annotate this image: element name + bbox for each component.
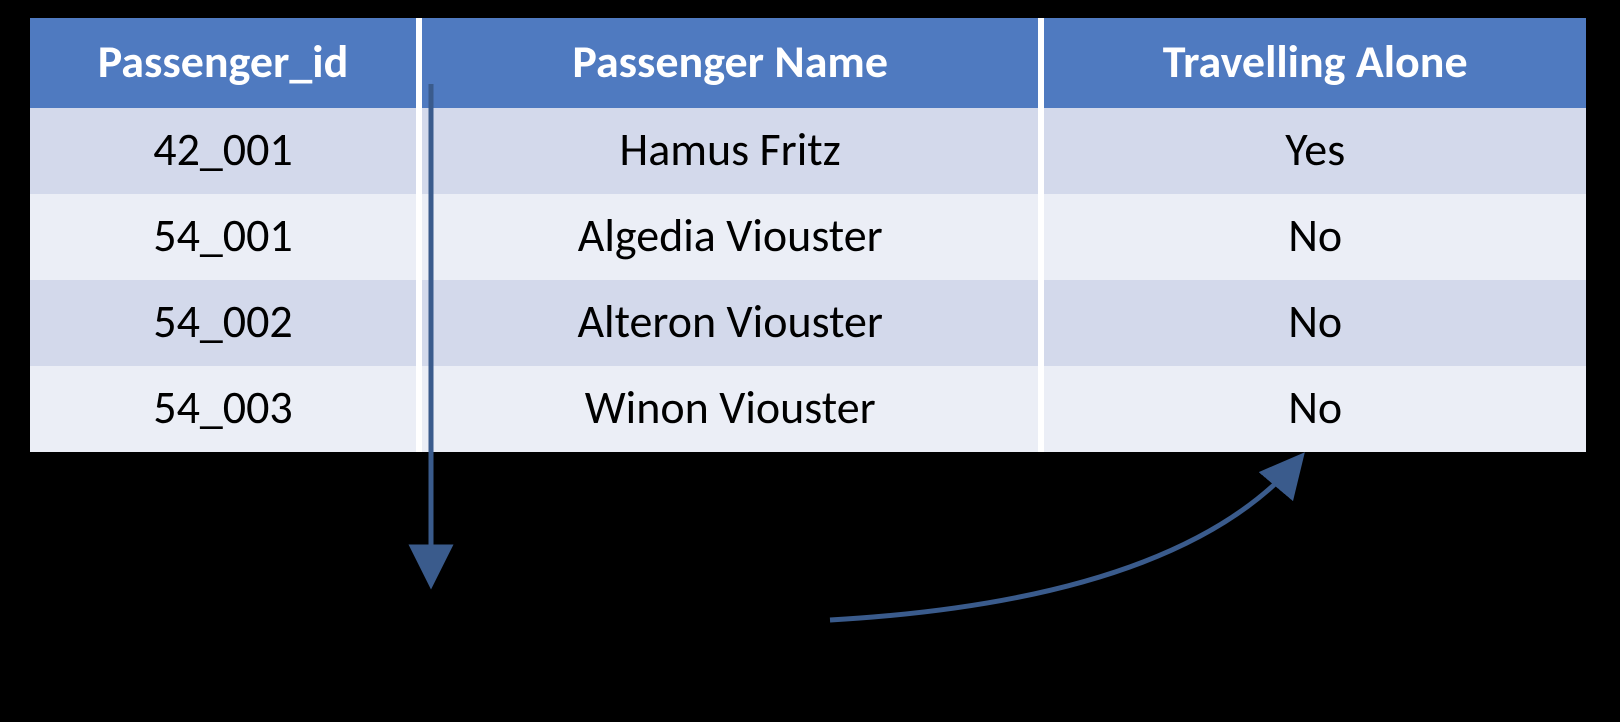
col-header-id: Passenger_id (30, 18, 419, 108)
arrow-curve-icon (830, 458, 1300, 620)
col-header-name: Passenger Name (419, 18, 1041, 108)
cell-alone: Yes (1041, 108, 1586, 194)
cell-name: Hamus Fritz (419, 108, 1041, 194)
table-row: 54_003 Winon Viouster No (30, 366, 1586, 452)
table-row: 42_001 Hamus Fritz Yes (30, 108, 1586, 194)
table-header-row: Passenger_id Passenger Name Travelling A… (30, 18, 1586, 108)
cell-name: Winon Viouster (419, 366, 1041, 452)
table-row: 54_002 Alteron Viouster No (30, 280, 1586, 366)
cell-id: 54_002 (30, 280, 419, 366)
cell-name: Alteron Viouster (419, 280, 1041, 366)
cell-alone: No (1041, 280, 1586, 366)
cell-id: 54_003 (30, 366, 419, 452)
cell-id: 42_001 (30, 108, 419, 194)
col-header-alone: Travelling Alone (1041, 18, 1586, 108)
cell-name: Algedia Viouster (419, 194, 1041, 280)
cell-alone: No (1041, 366, 1586, 452)
data-table: Passenger_id Passenger Name Travelling A… (30, 18, 1586, 452)
cell-alone: No (1041, 194, 1586, 280)
cell-id: 54_001 (30, 194, 419, 280)
passenger-table: Passenger_id Passenger Name Travelling A… (20, 8, 1596, 462)
table-row: 54_001 Algedia Viouster No (30, 194, 1586, 280)
